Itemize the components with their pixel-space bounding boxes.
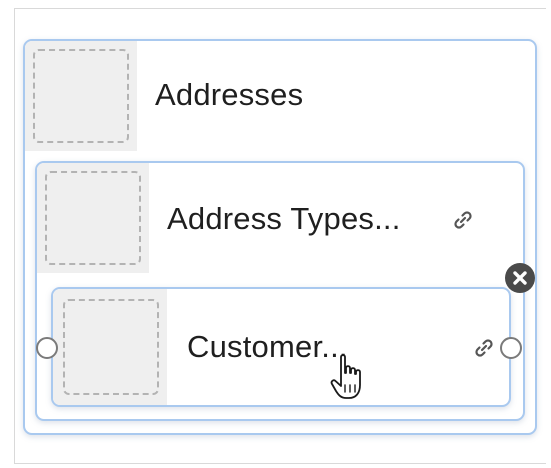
right-connection-handle[interactable] [500, 337, 522, 359]
node-title: Addresses [155, 77, 304, 112]
node-thumbnail [53, 289, 167, 405]
node-card-customer[interactable]: Customer... [51, 287, 511, 407]
left-connection-handle[interactable] [36, 337, 58, 359]
node-title: Address Types... [167, 201, 401, 236]
close-icon[interactable] [505, 263, 535, 293]
hand-pointer-cursor-icon [330, 354, 361, 399]
node-title: Customer... [187, 329, 348, 364]
link-icon[interactable] [473, 337, 495, 359]
diagram-canvas[interactable]: Addresses Address Types... Customer... [14, 8, 546, 464]
node-thumbnail [25, 41, 137, 151]
link-icon[interactable] [452, 209, 474, 231]
node-thumbnail [37, 163, 149, 273]
